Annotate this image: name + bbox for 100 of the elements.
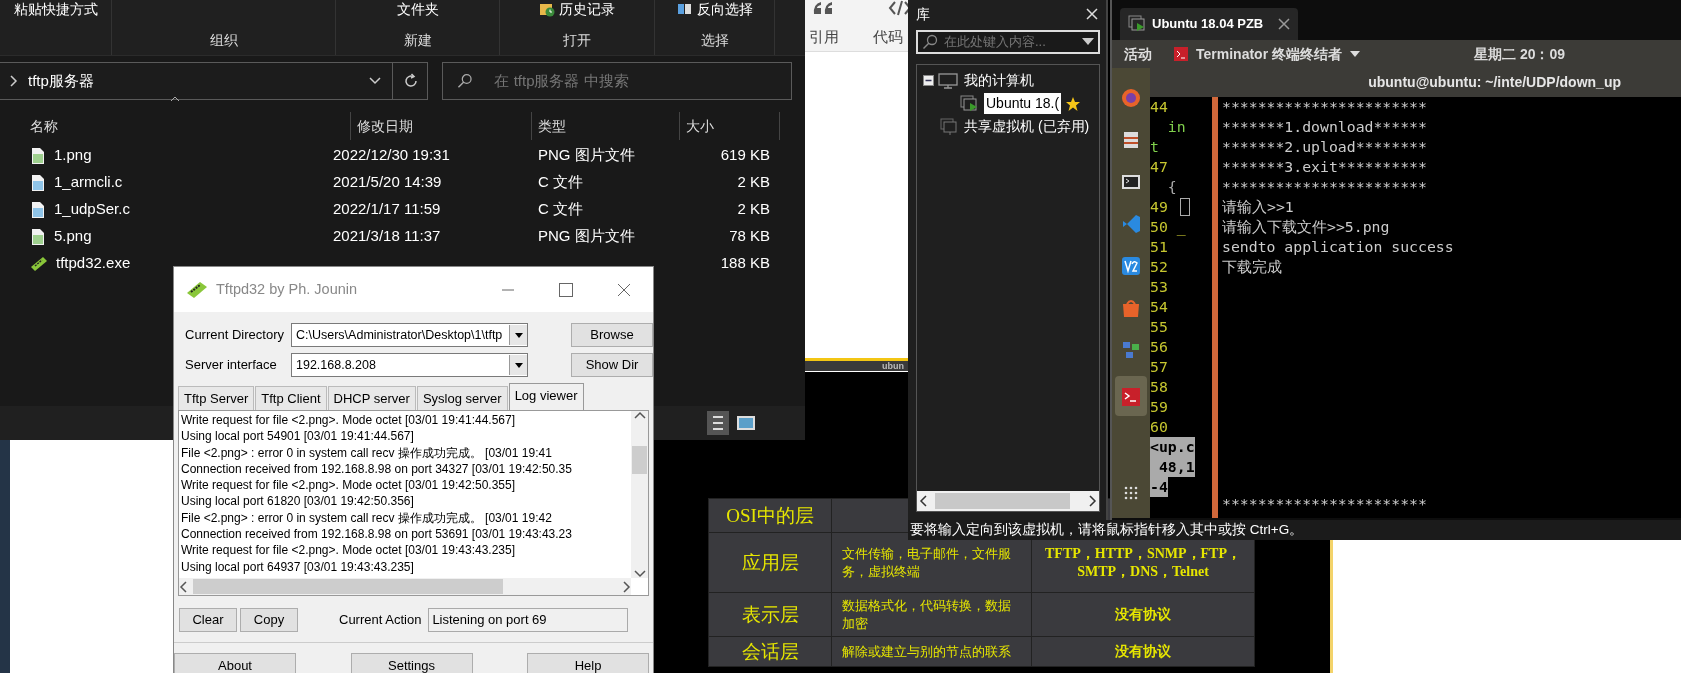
column-header[interactable]: 名称	[30, 118, 58, 134]
terminal-text: 55	[1150, 317, 1168, 337]
activities-button[interactable]: 活动	[1124, 43, 1152, 65]
shopping-bag-icon[interactable]	[1121, 297, 1141, 318]
ribbon-command[interactable]: 文件夹	[396, 0, 439, 18]
globe-icon[interactable]	[1121, 87, 1141, 108]
log-line: File <2.png> : error 0 in system call recv 操作成功完成。 [03/01 19:42	[181, 509, 553, 527]
search-field[interactable]: 在 tftp服务器 中搜索	[492, 68, 783, 94]
terminal-line: *******2.upload********	[1222, 137, 1427, 157]
terminal-text: <up.c	[1150, 437, 1195, 457]
scroll-left-icon[interactable]	[179, 580, 187, 593]
terminal-icon	[1174, 47, 1188, 61]
collapse-icon[interactable]	[923, 75, 934, 86]
close-icon[interactable]	[617, 282, 631, 297]
tab[interactable]: DHCP server	[327, 385, 416, 410]
dialog-button[interactable]: Browse	[571, 323, 653, 347]
tab[interactable]: Tftp Server	[178, 385, 255, 410]
table-cell: 应用层	[708, 532, 832, 593]
scroll-right-icon[interactable]	[623, 580, 631, 593]
file-name[interactable]: tftpd32.exe	[56, 252, 131, 275]
file-name[interactable]: 1_armcli.c	[54, 171, 123, 194]
app-icon[interactable]	[1121, 255, 1141, 276]
terminal-text: 59	[1150, 397, 1168, 417]
terminal-text: 44	[1150, 97, 1168, 117]
dropdown-icon[interactable]	[368, 76, 382, 86]
details-view-icon[interactable]	[707, 411, 729, 435]
search-box[interactable]: 在 tftp服务器 中搜索	[442, 62, 792, 100]
app-grid-icon[interactable]	[1124, 486, 1138, 500]
field-label: Current Directory	[185, 326, 285, 345]
clock-folder-icon	[539, 1, 555, 17]
column-header[interactable]: 修改日期	[357, 118, 413, 134]
ribbon-command[interactable]: 历史记录	[559, 0, 615, 18]
vm-tab[interactable]: Ubuntu 18.04 PZB	[1120, 8, 1298, 40]
file-name[interactable]: 1.png	[54, 144, 92, 167]
file-type: C 文件	[538, 200, 583, 218]
dropdown-field[interactable]: C:\Users\Administrator\Desktop\1\tftp	[291, 323, 528, 347]
file-type: PNG 图片文件	[538, 146, 635, 164]
file-cabinet-icon[interactable]	[1121, 129, 1141, 150]
file-name[interactable]: 1_udpSer.c	[54, 198, 130, 221]
field-label: Current Action	[339, 611, 422, 630]
terminal-text: 47	[1150, 157, 1168, 177]
terminal-text: 58	[1150, 377, 1168, 397]
ribbon-command[interactable]: 粘贴快捷方式	[13, 0, 98, 18]
table-cell: OSI中的层	[708, 498, 832, 533]
table-cell: 数据格式化，代码转换，数据加密	[831, 592, 1032, 637]
terminal-text: 51	[1150, 237, 1168, 257]
terminal-line: 请输入>>1	[1222, 197, 1294, 217]
file-name[interactable]: 5.png	[54, 225, 92, 248]
scrollbar-thumb[interactable]	[632, 445, 647, 474]
file-size: 2 KB	[737, 173, 770, 191]
maximize-icon[interactable]	[559, 282, 573, 297]
window-title: ubuntu@ubuntu: ~/inte/UDP/down_up	[1150, 68, 1681, 97]
address-field[interactable]: tftp服务器	[0, 62, 428, 100]
terminal-line: 下载完成	[1222, 257, 1282, 277]
terminal-text: 56	[1150, 337, 1168, 357]
scroll-down-icon[interactable]	[633, 570, 646, 578]
toolbar-label[interactable]: 引用	[809, 26, 839, 49]
log-line: Using local port 64937 [03/01 19:43:43.235]	[181, 558, 415, 575]
terminal-text: 53	[1150, 277, 1168, 297]
column-header[interactable]: 大小	[686, 118, 714, 134]
network-icon[interactable]	[1121, 339, 1141, 360]
scroll-up-icon[interactable]	[633, 411, 646, 419]
dialog-button[interactable]: Clear	[179, 608, 237, 632]
search-field[interactable]: 在此处键入内容...	[944, 32, 1064, 52]
caret-icon	[1350, 51, 1360, 57]
tree-item[interactable]: 我的计算机	[962, 70, 1036, 91]
terminal-text: 57	[1150, 357, 1168, 377]
thumbnail-view-icon[interactable]	[737, 416, 755, 430]
tab[interactable]: Tftp Client	[255, 385, 327, 410]
dropdown-icon[interactable]	[1082, 38, 1094, 46]
code-editor-icon[interactable]	[1121, 213, 1141, 234]
scrollbar-thumb[interactable]	[935, 493, 1070, 509]
terminal-text: 54	[1150, 297, 1168, 317]
dropdown-field[interactable]: 192.168.8.208	[291, 353, 528, 377]
dialog-button[interactable]: Copy	[240, 608, 298, 632]
terminal-text: t	[1150, 137, 1159, 157]
file-date: 2022/1/17 11:59	[333, 200, 441, 218]
dialog-button[interactable]: Settings	[350, 653, 473, 673]
refresh-icon[interactable]	[403, 73, 419, 89]
dialog-button[interactable]: About	[174, 653, 296, 673]
table-cell: 解除或建立与别的节点的联系	[831, 636, 1032, 667]
clock: 星期二 20：09	[1474, 44, 1566, 64]
column-header[interactable]: 类型	[538, 118, 566, 134]
tab[interactable]: Syslog server	[416, 385, 508, 410]
terminal-line: ***********************	[1222, 494, 1427, 514]
status-field: Listening on port 69	[428, 608, 629, 632]
tree-item[interactable]: Ubuntu 18.(	[984, 93, 1062, 114]
tab[interactable]: Log viewer	[508, 382, 584, 410]
tree-item[interactable]: 共享虚拟机 (已弃用)	[962, 116, 1092, 137]
ribbon-command[interactable]: 反向选择	[696, 0, 753, 18]
dialog-button[interactable]: Help	[527, 653, 649, 673]
toolbar-label[interactable]: 代码	[873, 26, 903, 49]
log-line: Write request for file <2.png>. Mode octet [03/01 19:42:50.355]	[181, 477, 516, 494]
sort-caret-icon	[170, 96, 180, 102]
quote-icon[interactable]	[812, 0, 834, 16]
image-file-icon	[30, 227, 46, 246]
dialog-button[interactable]: Show Dir	[571, 353, 653, 377]
close-icon[interactable]	[1278, 18, 1290, 30]
app-menu[interactable]: Terminator 终端终结者	[1174, 43, 1360, 65]
scrollbar-thumb[interactable]	[193, 579, 503, 594]
